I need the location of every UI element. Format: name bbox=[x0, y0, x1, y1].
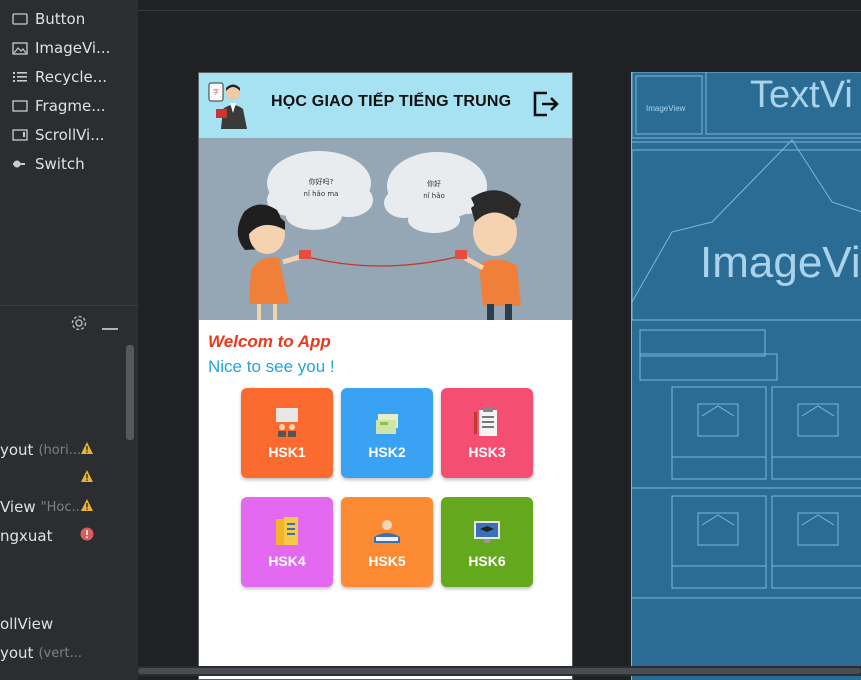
tile-label: HSK1 bbox=[268, 444, 306, 460]
graduation-screen-icon bbox=[474, 521, 500, 543]
palette-item-label: Recycle... bbox=[35, 68, 108, 86]
palette-item-label: Fragme... bbox=[35, 97, 106, 115]
tile-label: HSK6 bbox=[468, 553, 506, 569]
teacher-logo-icon: 字 bbox=[208, 82, 247, 129]
svg-text:字: 字 bbox=[213, 88, 219, 96]
hsk4-button[interactable]: HSK4 bbox=[241, 497, 333, 587]
blueprint-imageview-label: ImageVi bbox=[700, 238, 861, 287]
blueprint-textview-label: TextVi bbox=[750, 74, 853, 116]
component-palette: Button ImageVi... Recycle... Fragme... S… bbox=[0, 0, 138, 300]
canvas-divider bbox=[138, 10, 861, 11]
component-tree: yout (hori... View "Hoc... ngxuat ollView … bbox=[0, 340, 138, 680]
palette-item-label: Button bbox=[35, 10, 86, 28]
warning-icon bbox=[81, 470, 93, 482]
book-stack-icon bbox=[376, 414, 398, 434]
tile-label: HSK2 bbox=[368, 444, 406, 460]
tree-row[interactable]: ngxuat bbox=[0, 525, 53, 547]
greeting-text: Nice to see you ! bbox=[208, 357, 335, 376]
reader-icon bbox=[374, 520, 400, 543]
app-header: 字 HỌC GIAO TIẾP TIẾNG TRUNG bbox=[199, 73, 572, 138]
clipboard-icon bbox=[474, 408, 497, 436]
panel-divider bbox=[0, 305, 138, 306]
palette-item-label: Switch bbox=[35, 155, 85, 173]
bubble-left-text: 你好吗? bbox=[309, 177, 334, 186]
palette-item-label: ImageVi... bbox=[35, 39, 111, 57]
hsk6-button[interactable]: HSK6 bbox=[441, 497, 533, 587]
palette-item-label: ScrollVi... bbox=[35, 126, 105, 144]
banner-illustration: 你好吗? nǐ hǎo ma 你好 nǐ hǎo bbox=[199, 138, 572, 320]
blueprint-preview[interactable]: ImageView TextVi ImageVi bbox=[631, 72, 861, 680]
svg-text:nǐ hǎo: nǐ hǎo bbox=[423, 192, 445, 200]
switch-icon bbox=[12, 157, 28, 171]
minimize-icon[interactable] bbox=[102, 316, 118, 335]
classroom-icon bbox=[276, 408, 298, 437]
button-icon bbox=[12, 12, 28, 26]
tree-row[interactable]: View "Hoc... bbox=[0, 496, 84, 518]
bubble-right-text: 你好 bbox=[427, 179, 441, 188]
palette-item-switch[interactable]: Switch bbox=[12, 153, 85, 175]
tile-label: HSK5 bbox=[368, 553, 406, 569]
tile-label: HSK4 bbox=[268, 553, 306, 569]
tree-toolbar bbox=[70, 314, 118, 336]
phone-preview[interactable]: 字 HỌC GIAO TIẾP TIẾNG TRUNG 你好吗? nǐ hǎo … bbox=[198, 72, 573, 680]
palette-item-button[interactable]: Button bbox=[12, 8, 85, 30]
palette-item-fragment[interactable]: Fragme... bbox=[12, 95, 106, 117]
list-icon bbox=[12, 70, 28, 84]
hsk5-button[interactable]: HSK5 bbox=[341, 497, 433, 587]
canvas-scrollbar[interactable] bbox=[138, 666, 861, 676]
scrollbar-thumb[interactable] bbox=[138, 668, 861, 674]
notebook-icon bbox=[276, 517, 298, 545]
warning-icon bbox=[81, 442, 93, 454]
tree-row[interactable]: yout (hori... bbox=[0, 439, 81, 461]
hsk2-button[interactable]: HSK2 bbox=[341, 388, 433, 478]
blueprint-imageview-label-small: ImageView bbox=[646, 104, 686, 113]
warning-icon bbox=[81, 499, 93, 511]
app-title: HỌC GIAO TIẾP TIẾNG TRUNG bbox=[271, 93, 512, 110]
tile-label: HSK3 bbox=[468, 444, 506, 460]
image-icon bbox=[12, 41, 28, 55]
welcome-text: Welcom to App bbox=[208, 332, 331, 351]
left-panel: Button ImageVi... Recycle... Fragme... S… bbox=[0, 0, 138, 680]
svg-text:nǐ hǎo ma: nǐ hǎo ma bbox=[304, 190, 339, 198]
palette-item-recyclerview[interactable]: Recycle... bbox=[12, 66, 107, 88]
tree-row[interactable]: ollView bbox=[0, 613, 53, 635]
blueprint-wireframe bbox=[632, 72, 861, 599]
fragment-icon bbox=[12, 99, 28, 113]
palette-item-imageview[interactable]: ImageVi... bbox=[12, 37, 110, 59]
gear-icon[interactable] bbox=[70, 314, 88, 336]
error-icon bbox=[80, 527, 94, 541]
tree-scrollbar[interactable] bbox=[126, 345, 134, 440]
palette-item-scrollview[interactable]: ScrollVi... bbox=[12, 124, 105, 146]
hsk1-button[interactable]: HSK1 bbox=[241, 388, 333, 478]
logout-icon[interactable] bbox=[531, 89, 561, 119]
scroll-icon bbox=[12, 128, 28, 142]
hsk3-button[interactable]: HSK3 bbox=[441, 388, 533, 478]
tree-row[interactable]: yout (vert... bbox=[0, 642, 82, 664]
